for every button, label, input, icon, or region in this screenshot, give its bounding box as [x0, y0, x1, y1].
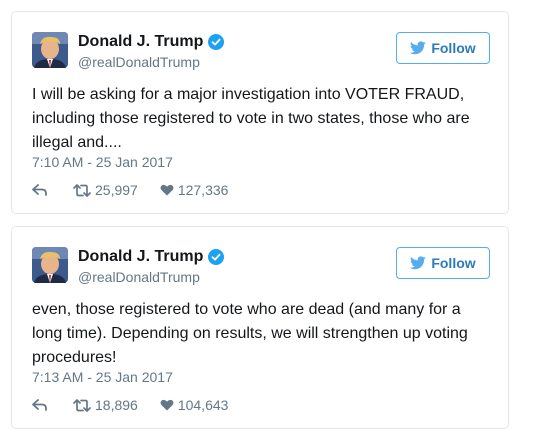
tweet-timestamp[interactable]: 7:13 AM - 25 Jan 2017 [32, 369, 173, 385]
heart-icon [160, 399, 174, 411]
tweet-text: even, those registered to vote who are d… [32, 301, 468, 366]
tweet-card: Donald J. Trump @realDonaldTrump Follow … [11, 11, 509, 214]
verified-badge-icon [208, 249, 225, 265]
like-button[interactable]: 127,336 [160, 182, 229, 198]
author-name[interactable]: Donald J. Trump [78, 248, 203, 266]
avatar[interactable] [32, 32, 68, 68]
author-row: Donald J. Trump [78, 248, 225, 266]
reply-icon [32, 399, 47, 411]
author-handle[interactable]: @realDonaldTrump [78, 269, 200, 285]
retweet-button[interactable]: 25,997 [73, 182, 138, 198]
reply-icon [32, 184, 47, 196]
twitter-bird-icon [410, 256, 427, 270]
retweet-count: 18,896 [95, 397, 138, 413]
like-count: 127,336 [177, 182, 229, 198]
like-count: 104,643 [177, 397, 229, 413]
reply-button[interactable] [32, 399, 47, 411]
heart-icon [160, 184, 174, 196]
verified-badge-icon [208, 34, 225, 50]
author-handle[interactable]: @realDonaldTrump [78, 54, 200, 70]
retweet-icon [73, 398, 91, 412]
follow-label: Follow [431, 255, 476, 271]
follow-button[interactable]: Follow [396, 247, 490, 279]
tweet-timestamp[interactable]: 7:10 AM - 25 Jan 2017 [32, 154, 173, 170]
retweet-button[interactable]: 18,896 [73, 397, 138, 413]
tweet-actions: 18,896 104,643 [32, 397, 228, 413]
follow-button[interactable]: Follow [396, 32, 490, 64]
author-row: Donald J. Trump [78, 33, 225, 51]
author-name[interactable]: Donald J. Trump [78, 33, 203, 51]
follow-label: Follow [431, 40, 476, 56]
avatar[interactable] [32, 247, 68, 283]
retweet-count: 25,997 [95, 182, 138, 198]
like-button[interactable]: 104,643 [160, 397, 229, 413]
reply-button[interactable] [32, 184, 47, 196]
tweet-card: Donald J. Trump @realDonaldTrump Follow … [11, 226, 509, 429]
twitter-bird-icon [410, 41, 427, 55]
tweet-text: I will be asking for a major investigati… [32, 86, 470, 151]
retweet-icon [73, 183, 91, 197]
tweet-actions: 25,997 127,336 [32, 182, 228, 198]
